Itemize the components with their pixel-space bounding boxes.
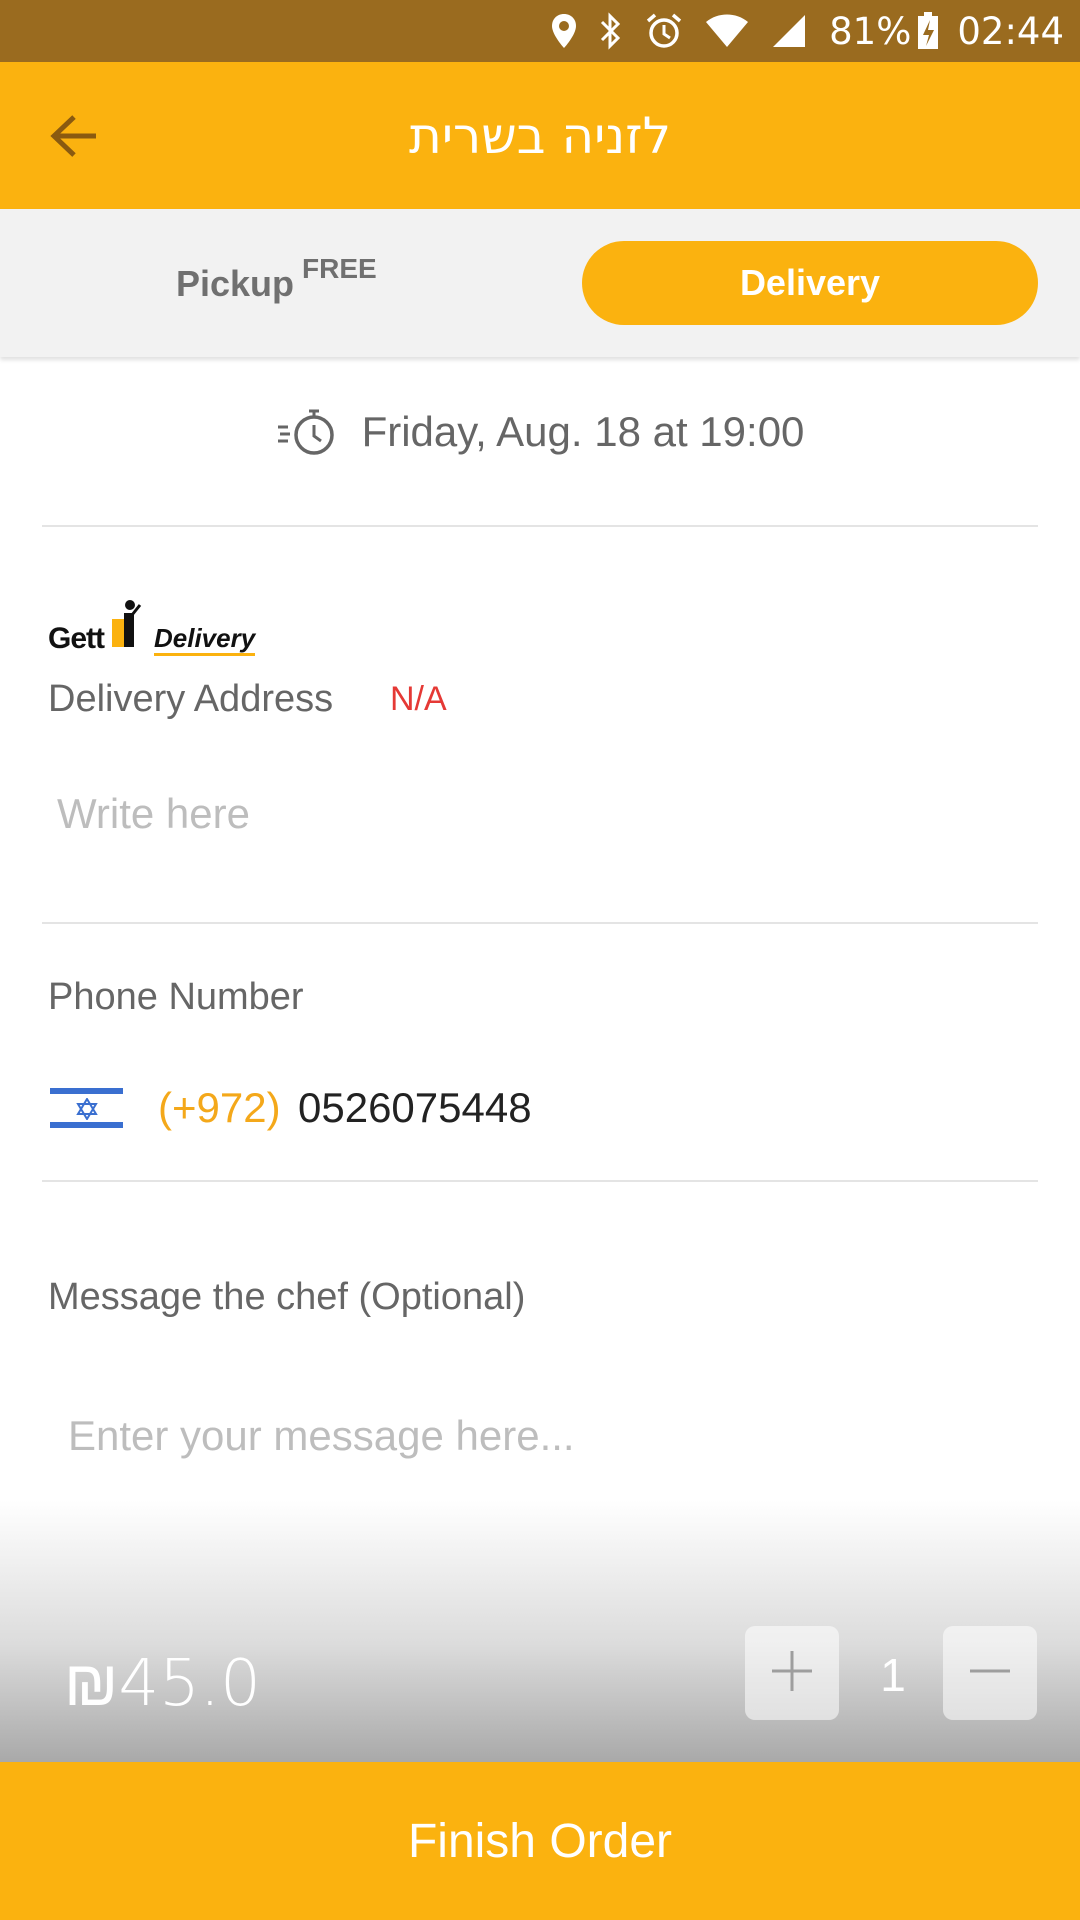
delivery-option[interactable]: Delivery — [582, 241, 1038, 325]
address-status: N/A — [390, 680, 447, 718]
clock: 02:44 — [957, 9, 1064, 53]
bluetooth-icon — [599, 12, 623, 50]
phone-number-label: Phone Number — [48, 976, 304, 1018]
finish-order-button[interactable]: Finish Order — [0, 1762, 1080, 1920]
back-arrow-icon[interactable] — [40, 102, 108, 170]
schedule-row[interactable]: Friday, Aug. 18 at 19:00 — [0, 400, 1080, 464]
israel-flag-icon[interactable] — [50, 1086, 123, 1130]
delivery-address-label: Delivery Address — [48, 678, 334, 720]
app-bar: לזניה בשרית — [0, 62, 1080, 209]
wifi-icon — [705, 13, 749, 49]
increase-quantity-button[interactable] — [745, 1626, 839, 1720]
divider — [42, 525, 1038, 527]
bottom-gradient — [0, 1500, 1080, 1762]
status-bar: 81% 02:44 — [0, 0, 1080, 62]
divider — [42, 1180, 1038, 1182]
divider — [42, 922, 1038, 924]
page-title: לזניה בשרית — [408, 106, 672, 165]
free-badge: FREE — [302, 253, 377, 284]
order-type-toggle: Pickup FREE Delivery — [0, 209, 1080, 357]
phone-input[interactable]: 0526075448 — [298, 1084, 532, 1132]
message-input[interactable]: Enter your message here... — [68, 1412, 575, 1460]
plus-icon — [770, 1649, 814, 1698]
minus-icon — [968, 1649, 1012, 1698]
courier-figure-icon — [110, 597, 142, 654]
alarm-icon — [645, 12, 683, 50]
pickup-label: Pickup — [176, 263, 295, 304]
location-icon — [551, 13, 577, 49]
total-price: ₪45.0 — [64, 1647, 261, 1721]
schedule-text: Friday, Aug. 18 at 19:00 — [361, 408, 805, 455]
battery-percent: 81% — [829, 9, 912, 53]
decrease-quantity-button[interactable] — [943, 1626, 1037, 1720]
gett-delivery-logo: Gett Delivery — [48, 597, 256, 656]
signal-icon — [771, 13, 807, 49]
quantity-value: 1 — [880, 1649, 906, 1701]
battery-icon — [917, 12, 939, 50]
address-input[interactable]: Write here — [57, 790, 250, 838]
message-label: Message the chef (Optional) — [48, 1276, 526, 1318]
pickup-option[interactable]: Pickup FREE — [176, 253, 377, 305]
timer-icon — [276, 407, 340, 457]
country-code[interactable]: (+972) — [158, 1084, 281, 1132]
